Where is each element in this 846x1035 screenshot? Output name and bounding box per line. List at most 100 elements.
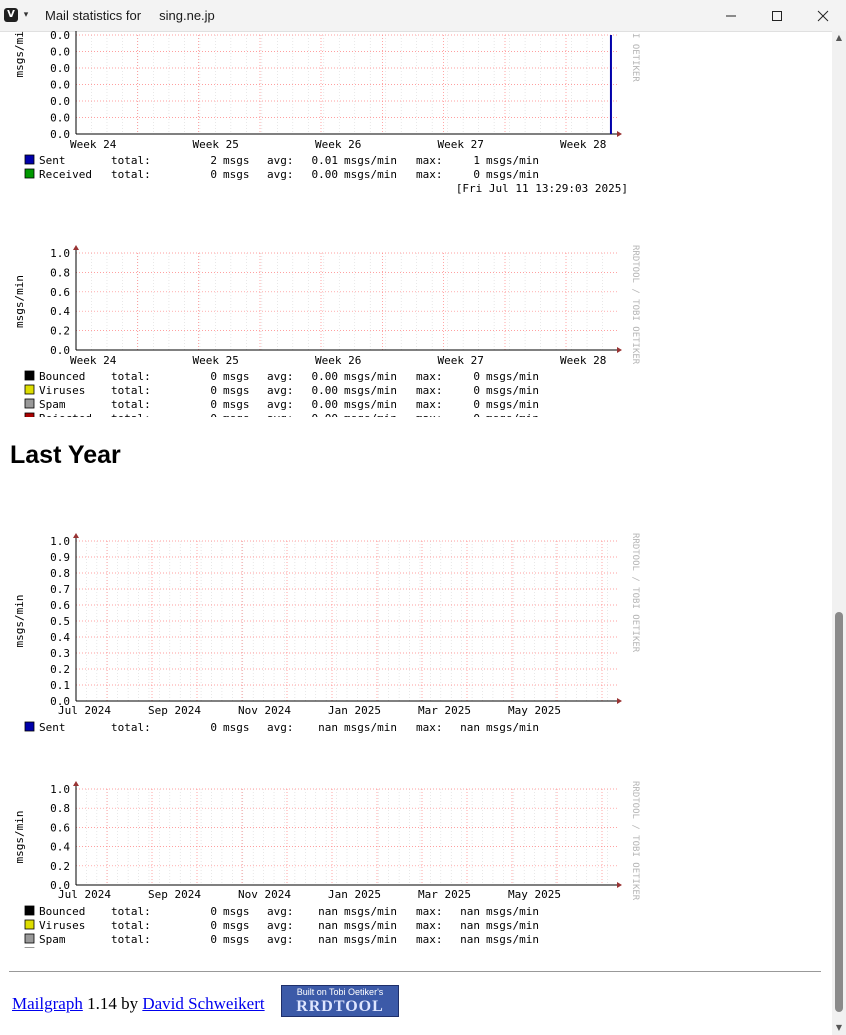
legend-avg-value: nan [318,947,338,948]
y-tick-label: 0.9 [50,551,70,564]
legend-msgs-unit: msgs [223,412,250,417]
page-content: 0.0 0.0 0.0 0.0 0.0 0.0 0.0 Week 24 Week 25 Week … [0,31,832,1035]
y-tick-label: 0.3 [50,647,70,660]
legend-avg-value: nan [318,933,338,946]
window-title: Mail statistics for sing.ne.jp [45,8,215,23]
legend-name: Spam [39,398,66,411]
legend-msgs-unit: msgs [223,919,250,932]
browser-app-icon[interactable]: V [4,8,18,22]
y-tick-label: 0.6 [50,286,70,299]
minimize-icon [726,15,736,16]
legend-total-label: total: [111,412,151,417]
legend-swatch-sent [24,154,35,165]
legend-max-label: max: [416,933,443,946]
x-axis-arrow [617,347,622,353]
legend-max-label: max: [416,905,443,918]
scroll-down-arrow-icon[interactable]: ▼ [832,1021,846,1035]
legend-swatch-received [24,168,35,179]
legend-total-label: total: [111,398,151,411]
legend-avg-label: avg: [267,905,294,918]
legend-avg-label: avg: [267,721,294,733]
y-tick-label: 1.0 [50,535,70,548]
maximize-button[interactable] [754,0,800,31]
legend-total-value: 0 [210,398,217,411]
legend-total-value: 0 [210,168,217,181]
legend-avg-value: nan [318,919,338,932]
legend-total-label: total: [111,168,151,181]
legend-total-value: 0 [210,721,217,733]
y-axis-arrow [73,245,79,250]
legend-total-label: total: [111,721,151,733]
x-axis-arrow [617,698,622,704]
legend-max-label: max: [416,919,443,932]
footer-version-text: 1.14 by [82,994,143,1013]
y-tick-label: 0.8 [50,567,70,580]
legend-max-value: 0 [473,168,480,181]
y-axis-label: msgs/min [13,811,26,864]
y-tick-label: 0.2 [50,325,70,338]
legend-max-label: max: [416,721,443,733]
sent-received-weekly-graph: 0.00.00.00.00.00.00.0Week 24 Week 25 Week … [13,31,640,195]
legend-swatch-viruses [24,384,35,395]
legend-max-unit: msgs/min [486,905,539,918]
legend-total-value: 0 [210,947,217,948]
y-tick-label: 0.0 [50,112,70,125]
y-tick-label: 0.1 [50,679,70,692]
y-tick-label: 0.0 [50,31,70,42]
y-tick-label: 0.6 [50,821,70,834]
y-axis-label: msgs/min [13,595,26,648]
x-axis-arrow [617,131,622,137]
y-tick-label: 0.2 [50,663,70,676]
y-tick-label: 0.0 [50,79,70,92]
y-tick-label: 1.0 [50,783,70,796]
legend-total-label: total: [111,154,151,167]
bounced-viruses-spam-rejected-weekly-graph: 0.0 0.2 0.4 0.6 0.8 1.0 Week 24 Week 25 Week 26 W… [13,245,640,417]
vertical-scrollbar[interactable]: ▲ ▼ [832,31,846,1035]
y-tick-label: 0.6 [50,599,70,612]
legend-total-label: total: [111,947,151,948]
x-tick-label: Jan 2025 [328,888,381,901]
y-tick-label: 0.0 [50,128,70,141]
legend-max-label: max: [416,947,443,948]
legend-max-unit: msgs/min [486,370,539,383]
x-tick-label: Week 24 [70,138,117,151]
close-button[interactable] [800,0,846,31]
legend-msgs-unit: msgs [223,154,250,167]
legend-total-value: 0 [210,933,217,946]
scroll-up-arrow-icon[interactable]: ▲ [832,31,846,45]
legend-avg-unit: msgs/min [344,919,397,932]
legend-swatch-sent [24,721,35,732]
mailgraph-link[interactable]: Mailgraph [12,994,83,1013]
minimize-button[interactable] [708,0,754,31]
legend-msgs-unit: msgs [223,384,250,397]
legend-max-value: 0 [473,412,480,417]
x-tick-label: Jul 2024 [58,888,111,901]
x-tick-label: Nov 2024 [238,704,291,717]
legend-avg-value: 0.00 [312,412,339,417]
rrdtool-badge-logo-text: RRDTOOL [296,998,384,1015]
chevron-down-icon[interactable]: ▾ [21,8,31,22]
y-tick-label: 0.4 [50,305,70,318]
legend-avg-label: avg: [267,412,294,417]
author-link[interactable]: David Schweikert [142,994,264,1013]
y-tick-label: 0.5 [50,615,70,628]
y-axis-arrow [73,781,79,786]
y-axis-label: msgs/min [13,275,26,328]
x-tick-label: Week 24 [70,354,117,367]
legend-name: Rejected [39,947,92,948]
rrdtool-watermark: RRDTOOL / TOBI OETIKER [630,533,640,653]
legend-msgs-unit: msgs [223,721,250,733]
legend-total-label: total: [111,933,151,946]
legend-max-unit: msgs/min [486,919,539,932]
y-tick-label: 0.0 [50,344,70,357]
legend-avg-label: avg: [267,168,294,181]
rrdtool-badge[interactable]: Built on Tobi Oetiker's RRDTOOL [281,985,399,1017]
y-tick-label: 0.4 [50,841,70,854]
legend-avg-unit: msgs/min [344,398,397,411]
legend-msgs-unit: msgs [223,370,250,383]
scrollbar-thumb[interactable] [835,612,843,1012]
legend-name: Received [39,168,92,181]
legend-total-value: 0 [210,384,217,397]
legend-avg-value: 0.00 [312,398,339,411]
y-tick-label: 1.0 [50,247,70,260]
